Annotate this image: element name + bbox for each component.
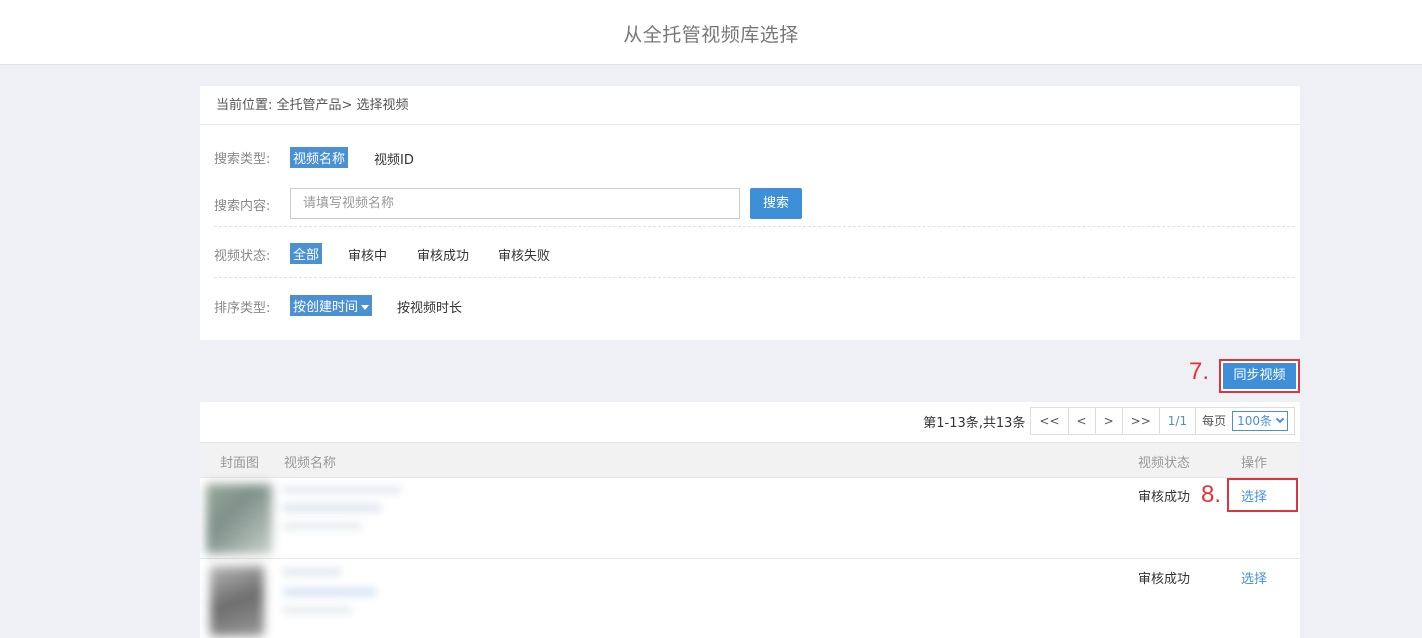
per-page-label: 每页 xyxy=(1202,414,1227,428)
search-content-label: 搜索内容: xyxy=(214,199,271,214)
status-option-all[interactable]: 全部 xyxy=(290,243,323,264)
divider xyxy=(214,277,1295,278)
video-thumbnail xyxy=(210,566,264,636)
video-title-blurred xyxy=(282,486,402,494)
pagination: 第1-13条,共13条 << < > >> 1/1 每页 100条 xyxy=(923,407,1295,435)
search-button[interactable]: 搜索 xyxy=(750,188,802,219)
column-cover: 封面图 xyxy=(220,456,260,471)
breadcrumb-path: 全托管产品> 选择视频 xyxy=(276,98,409,113)
video-status: 审核成功 xyxy=(1138,572,1191,587)
per-page-value: 100条 xyxy=(1237,414,1272,428)
caret-down-icon xyxy=(361,305,370,310)
step-8-annotation: 8. xyxy=(1201,481,1222,508)
per-page-group: 每页 100条 xyxy=(1195,407,1295,435)
sync-button-highlight: 同步视频 xyxy=(1219,359,1300,393)
first-page-button[interactable]: << xyxy=(1030,407,1069,435)
table-row: 审核成功 选择 xyxy=(200,560,1300,638)
search-panel: 当前位置: 全托管产品> 选择视频 搜索类型: 视频名称 视频ID 搜索内容: … xyxy=(200,86,1300,340)
chevron-down-icon xyxy=(1275,414,1285,424)
sort-option-created-time-label: 按创建时间 xyxy=(293,300,359,315)
table-header: 封面图 视频名称 视频状态 操作 xyxy=(200,442,1300,478)
prev-page-button[interactable]: < xyxy=(1067,407,1096,435)
sort-option-created-time[interactable]: 按创建时间 xyxy=(290,295,373,316)
select-link-highlight xyxy=(1227,478,1298,512)
column-action: 操作 xyxy=(1241,456,1268,471)
column-status: 视频状态 xyxy=(1138,456,1191,471)
video-list-panel: 第1-13条,共13条 << < > >> 1/1 每页 100条 封面图 视频… xyxy=(200,402,1300,638)
breadcrumb-label: 当前位置: xyxy=(216,98,273,113)
video-meta-blurred xyxy=(282,588,377,596)
divider xyxy=(214,226,1295,227)
video-status: 审核成功 xyxy=(1138,490,1191,505)
breadcrumb: 当前位置: 全托管产品> 选择视频 xyxy=(200,86,1300,125)
video-meta-blurred xyxy=(282,606,352,614)
search-type-label: 搜索类型: xyxy=(214,152,271,167)
video-meta-blurred xyxy=(282,504,382,512)
step-7-annotation: 7. xyxy=(1189,358,1210,385)
video-thumbnail xyxy=(206,484,272,554)
sync-video-button[interactable]: 同步视频 xyxy=(1223,363,1296,389)
search-input[interactable]: 请填写视频名称 xyxy=(290,188,740,219)
table-row: 审核成功 选择 xyxy=(200,478,1300,559)
video-title-blurred xyxy=(282,568,342,576)
pagination-info: 第1-13条,共13条 xyxy=(923,415,1026,431)
search-type-option-id[interactable]: 视频ID xyxy=(374,149,414,168)
page-title: 从全托管视频库选择 xyxy=(623,24,799,46)
next-page-button[interactable]: > xyxy=(1094,407,1123,435)
last-page-button[interactable]: >> xyxy=(1121,407,1160,435)
sort-type-label: 排序类型: xyxy=(214,301,271,316)
select-video-link[interactable]: 选择 xyxy=(1241,568,1267,587)
column-name: 视频名称 xyxy=(284,456,337,471)
video-status-label: 视频状态: xyxy=(214,249,271,264)
video-meta-blurred xyxy=(282,522,362,530)
current-page: 1/1 xyxy=(1158,407,1197,435)
search-type-option-name[interactable]: 视频名称 xyxy=(290,147,349,168)
sort-option-duration[interactable]: 按视频时长 xyxy=(397,297,462,316)
status-option-approved[interactable]: 审核成功 xyxy=(417,245,469,264)
top-header: 从全托管视频库选择 xyxy=(0,0,1422,65)
per-page-select[interactable]: 100条 xyxy=(1232,411,1288,431)
status-option-reviewing[interactable]: 审核中 xyxy=(348,245,387,264)
status-option-rejected[interactable]: 审核失败 xyxy=(498,245,550,264)
